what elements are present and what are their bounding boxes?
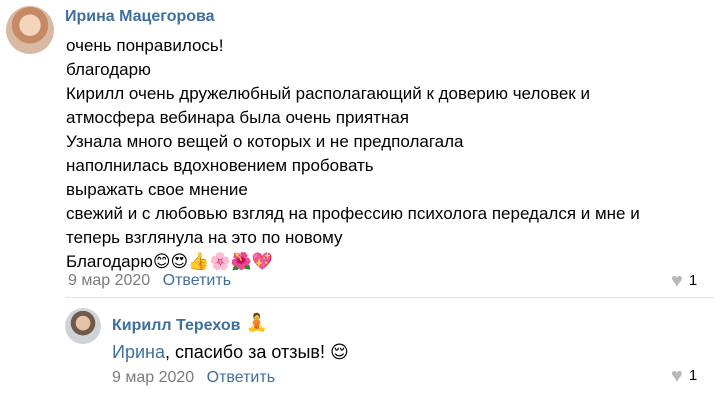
comment-line: атмосфера вебинара была очень приятная <box>66 108 410 127</box>
comment-date[interactable]: 9 мар 2020 <box>68 272 150 289</box>
comment-last-line: Благодарю <box>66 252 153 271</box>
comment-line: Кирилл очень дружелюбный располагающий к… <box>66 84 590 103</box>
comment-meta: 9 мар 2020 Ответить <box>68 271 231 291</box>
reply-button[interactable]: Ответить <box>163 272 231 289</box>
emoji-sequence: 😊😍👍🌸🌺💖 <box>152 252 273 272</box>
comment-line: свежий и с любовью взгляд на профессию п… <box>66 204 640 223</box>
avatar[interactable] <box>6 6 54 54</box>
comment-line: очень понравилось! <box>66 36 224 55</box>
reply-author-name[interactable]: Кирилл Терехов <box>112 316 240 336</box>
comment-author-name[interactable]: Ирина Мацегорова <box>65 7 215 27</box>
reply-button[interactable]: Ответить <box>207 369 275 386</box>
heart-icon: ♥ <box>671 365 683 387</box>
reply-date[interactable]: 9 мар 2020 <box>112 369 194 386</box>
like-button[interactable]: ♥ 1 <box>671 271 697 291</box>
reply-text: Ирина, спасибо за отзыв! 😌 <box>112 340 349 365</box>
avatar[interactable] <box>65 308 101 344</box>
mention-link[interactable]: Ирина <box>112 342 165 362</box>
comment-line: благодарю <box>66 60 151 79</box>
comment-line: наполнилась вдохновением пробовать <box>66 156 374 175</box>
emoji: 😌 <box>330 342 349 363</box>
like-count: 1 <box>688 272 698 289</box>
author-badge-icon: 🧘 <box>246 313 268 333</box>
comment-line: Узнала много вещей о которых и не предпо… <box>66 132 464 151</box>
like-count: 1 <box>688 367 698 384</box>
reply-message: , спасибо за отзыв! <box>164 342 325 362</box>
reply-meta: 9 мар 2020 Ответить <box>112 368 275 388</box>
divider <box>65 297 715 298</box>
comment-line: теперь взглянула на это по новому <box>66 228 343 247</box>
comment-line: выражать свое мнение <box>66 180 248 199</box>
comment-text: очень понравилось! благодарю Кирилл очен… <box>66 34 640 274</box>
heart-icon: ♥ <box>671 270 683 292</box>
like-button[interactable]: ♥ 1 <box>671 366 697 386</box>
